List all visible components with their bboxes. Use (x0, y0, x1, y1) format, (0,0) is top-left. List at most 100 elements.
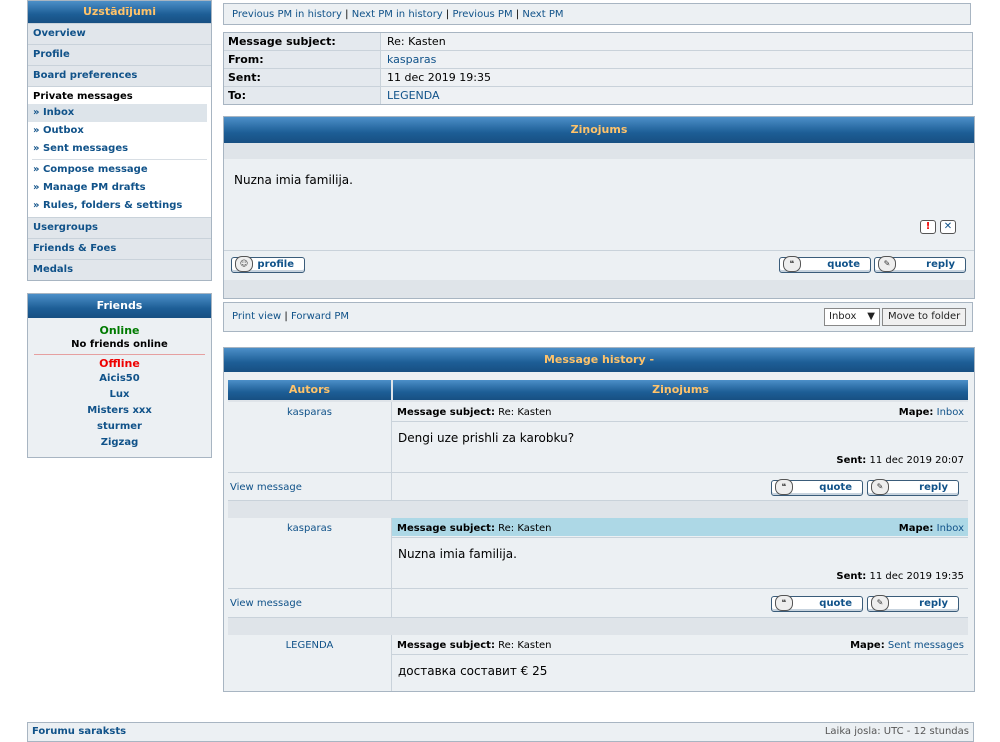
history-sent: 11 dec 2019 20:07 (869, 455, 964, 466)
message-history-title: Message history - (224, 348, 974, 372)
col-author: Autors (228, 380, 391, 400)
friend-link[interactable]: Aicis50 (28, 371, 211, 387)
menu-item-profile[interactable]: Profile (28, 44, 211, 65)
menu-separator (32, 159, 207, 160)
private-messages-group: Private messages » Inbox » Outbox » Sent… (28, 86, 211, 217)
history-subject: Re: Kasten (498, 523, 552, 534)
history-sent: 11 dec 2019 19:35 (869, 571, 964, 582)
message-panel: Ziņojums Nuzna imia familija. ! ✕ ☺ profi… (223, 116, 975, 299)
friends-title: Friends (28, 294, 211, 318)
separator: | (284, 311, 288, 322)
menu-item-sent-messages[interactable]: » Sent messages (28, 140, 211, 158)
reply-icon: ✎ (871, 479, 889, 495)
history-subject: Re: Kasten (498, 407, 552, 418)
menu-item-outbox[interactable]: » Outbox (28, 122, 211, 140)
menu-item-rules-folders[interactable]: » Rules, folders & settings (28, 197, 211, 215)
friends-panel: Friends Online No friends online Offline… (27, 293, 212, 458)
history-message-body: Dengi uze prishli za karobku? (398, 431, 575, 445)
quote-button[interactable]: ❝ quote (779, 256, 871, 273)
settings-menu: Uzstādījumi Overview Profile Board prefe… (27, 0, 212, 281)
menu-item-manage-drafts[interactable]: » Manage PM drafts (28, 179, 211, 197)
profile-button[interactable]: ☺ profile (231, 256, 305, 273)
history-subject-label: Message subject: (397, 640, 495, 651)
no-friends-online: No friends online (71, 339, 168, 350)
delete-icon[interactable]: ✕ (940, 220, 956, 234)
history-message-body: доставка составит € 25 (398, 664, 548, 678)
friend-link[interactable]: Lux (28, 387, 211, 403)
reply-button-label: reply (919, 598, 948, 609)
print-view-link[interactable]: Print view (232, 311, 281, 322)
next-pm-history-link[interactable]: Next PM in history (352, 9, 443, 20)
offline-label: Offline (99, 357, 140, 370)
subject-value: Re: Kasten (381, 33, 972, 50)
prev-pm-history-link[interactable]: Previous PM in history (232, 9, 342, 20)
speech-bubble-icon: ❝ (775, 479, 793, 495)
menu-item-compose-message[interactable]: » Compose message (28, 161, 211, 179)
history-author[interactable]: kasparas (228, 523, 391, 534)
folder-select[interactable]: Inbox ▼ (824, 308, 880, 326)
menu-item-usergroups[interactable]: Usergroups (28, 217, 211, 238)
message-history-panel: Message history - Autors Ziņojums kaspar… (223, 347, 975, 692)
chevron-down-icon: ▼ (867, 311, 875, 322)
timezone-label: Laika josla: UTC - 12 stundas (824, 726, 969, 737)
friend-link[interactable]: Misters xxx (28, 403, 211, 419)
history-subject: Re: Kasten (498, 640, 552, 651)
report-icon[interactable]: ! (920, 220, 936, 234)
to-value[interactable]: LEGENDA (381, 87, 972, 104)
history-folder-label: Mape: (850, 640, 885, 651)
quote-button-label: quote (827, 259, 860, 270)
menu-item-board-preferences[interactable]: Board preferences (28, 65, 211, 86)
pm-navigation: Previous PM in history | Next PM in hist… (223, 3, 971, 25)
view-message-link[interactable]: View message (230, 598, 302, 609)
history-author[interactable]: kasparas (228, 407, 391, 418)
menu-item-inbox[interactable]: » Inbox (28, 104, 207, 122)
reply-button[interactable]: ✎ reply (874, 256, 966, 273)
reply-icon: ✎ (871, 595, 889, 611)
history-reply-button[interactable]: ✎ reply (867, 595, 959, 612)
private-messages-title: Private messages (33, 91, 133, 102)
profile-button-label: profile (257, 259, 294, 270)
footer-bar: Forumu saraksts Laika josla: UTC - 12 st… (27, 722, 974, 742)
pm-actions-bar: Print view | Forward PM Inbox ▼ Move to … (223, 302, 973, 332)
col-message: Ziņojums (393, 380, 968, 400)
friend-link[interactable]: Zigzag (28, 435, 211, 451)
history-folder[interactable]: Sent messages (888, 640, 964, 651)
separator: | (445, 9, 450, 20)
message-info-table: Message subject: Re: Kasten From: kasparas… (223, 32, 973, 105)
speech-bubble-icon: ❝ (783, 256, 801, 272)
settings-menu-title: Uzstādījumi (28, 1, 211, 23)
quote-button-label: quote (819, 598, 852, 609)
history-message-body: Nuzna imia familija. (398, 547, 517, 561)
friend-link[interactable]: sturmer (28, 419, 211, 435)
view-message-link[interactable]: View message (230, 482, 302, 493)
from-value[interactable]: kasparas (381, 51, 972, 68)
history-folder[interactable]: Inbox (937, 407, 964, 418)
sent-value: 11 dec 2019 19:35 (381, 69, 972, 86)
prev-pm-link[interactable]: Previous PM (452, 9, 512, 20)
quote-button-label: quote (819, 482, 852, 493)
next-pm-link[interactable]: Next PM (522, 9, 563, 20)
reply-button-label: reply (926, 259, 955, 270)
move-to-folder-button[interactable]: Move to folder (882, 308, 967, 326)
menu-item-friends-foes[interactable]: Friends & Foes (28, 238, 211, 259)
forum-index-link[interactable]: Forumu saraksts (32, 726, 126, 737)
speech-bubble-icon: ❝ (775, 595, 793, 611)
history-sent-label: Sent: (836, 571, 867, 582)
history-author[interactable]: LEGENDA (228, 640, 391, 651)
history-subject-label: Message subject: (397, 523, 495, 534)
online-label: Online (99, 324, 140, 337)
separator: | (345, 9, 349, 20)
history-folder-label: Mape: (898, 407, 934, 418)
history-reply-button[interactable]: ✎ reply (867, 479, 959, 496)
reply-icon: ✎ (878, 256, 896, 272)
sent-label: Sent: (224, 69, 381, 86)
menu-item-overview[interactable]: Overview (28, 23, 211, 44)
message-body: Nuzna imia familija. (234, 173, 353, 187)
forward-pm-link[interactable]: Forward PM (291, 311, 349, 322)
history-folder[interactable]: Inbox (937, 523, 964, 534)
user-icon: ☺ (235, 256, 253, 272)
history-quote-button[interactable]: ❝ quote (771, 479, 863, 496)
from-label: From: (224, 51, 381, 68)
menu-item-medals[interactable]: Medals (28, 259, 211, 280)
history-quote-button[interactable]: ❝ quote (771, 595, 863, 612)
